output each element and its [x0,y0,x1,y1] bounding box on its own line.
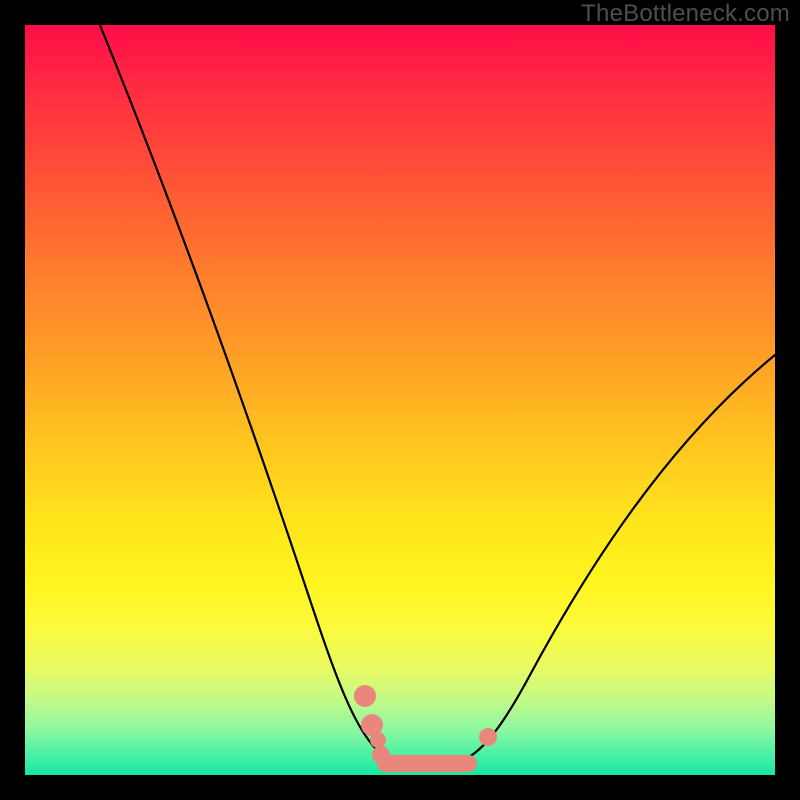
marker-dot [354,685,376,707]
bottleneck-curve [100,25,775,768]
watermark-text: TheBottleneck.com [581,0,790,28]
plot-area [25,25,775,775]
curve-layer [25,25,775,775]
trough-bar [377,755,477,772]
marker-dot [479,728,497,746]
marker-dot [370,732,386,748]
marker-dot [372,746,390,764]
chart-frame: TheBottleneck.com [0,0,800,800]
